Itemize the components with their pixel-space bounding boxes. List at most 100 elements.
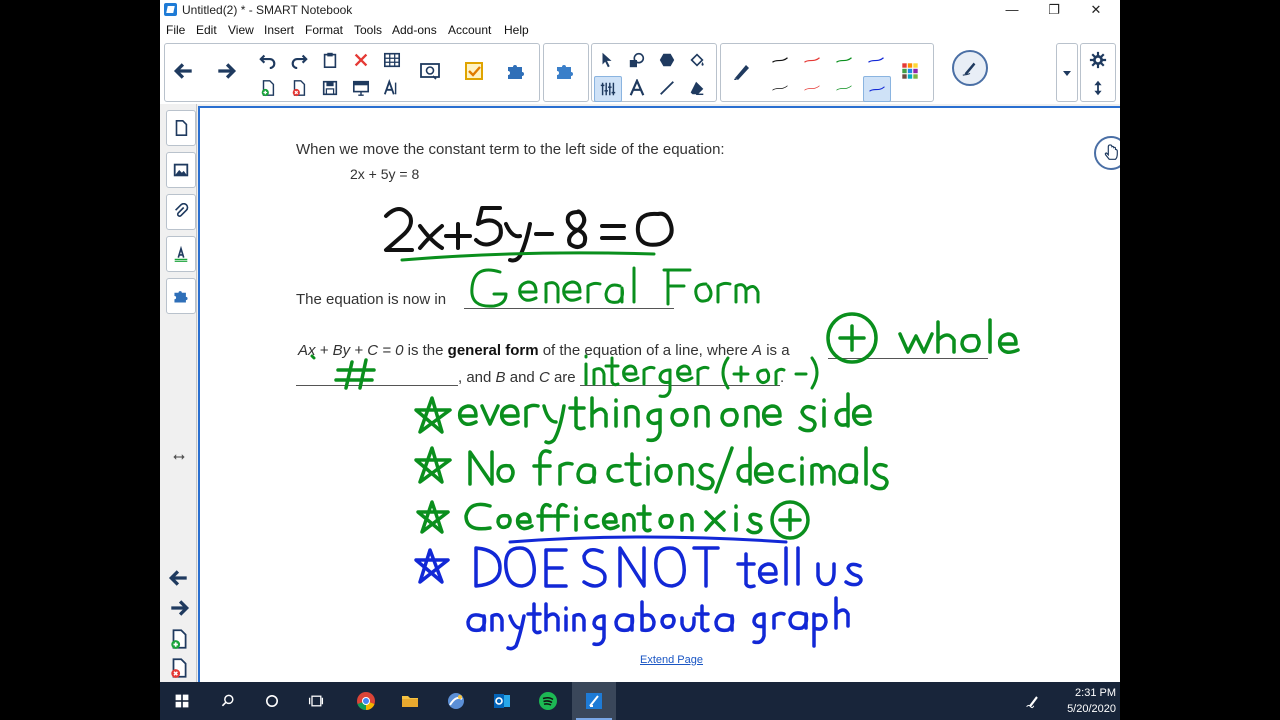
puzzle-icon xyxy=(174,291,188,303)
pen-stroke-blue-icon xyxy=(868,57,884,63)
outlook-icon xyxy=(494,694,510,708)
clock-date: 5/20/2020 xyxy=(1067,703,1116,715)
toolbar-more-dropdown[interactable] xyxy=(1056,43,1078,102)
task-view-button[interactable] xyxy=(294,682,338,720)
settings-button[interactable] xyxy=(1085,48,1111,72)
menu-edit[interactable]: Edit xyxy=(196,23,217,37)
previous-page-button[interactable] xyxy=(169,56,199,86)
system-clock[interactable]: 2:31 PM 5/20/2020 xyxy=(1067,685,1116,717)
up-down-arrows-icon xyxy=(1094,80,1102,96)
add-page-button[interactable] xyxy=(255,76,281,100)
properties-tab[interactable] xyxy=(166,236,196,272)
page-icon xyxy=(175,119,188,137)
pen-mode-badge[interactable] xyxy=(952,50,988,86)
menu-view[interactable]: View xyxy=(228,23,254,37)
add-ons-button[interactable] xyxy=(550,56,580,86)
extend-page-link[interactable]: Extend Page xyxy=(640,654,703,666)
screen-shade-button[interactable] xyxy=(348,76,374,100)
taskbar-file-explorer[interactable] xyxy=(388,682,432,720)
delete-button[interactable] xyxy=(348,48,374,72)
undo-button[interactable] xyxy=(255,48,281,72)
move-toolbar-button[interactable] xyxy=(1085,76,1111,100)
arrow-left-icon xyxy=(168,570,187,586)
smart-notebook-window: Untitled(2) * - SMART Notebook — ❐ ✕ Fil… xyxy=(160,0,1120,720)
expand-sidebar-handle[interactable] xyxy=(168,446,190,468)
pen-red-thick[interactable] xyxy=(799,76,825,100)
paint-bucket-button[interactable] xyxy=(684,48,710,72)
pen-stroke-blue-icon xyxy=(869,86,885,92)
taskbar-app-ribbon[interactable] xyxy=(434,682,478,720)
sidebar-next-page[interactable] xyxy=(168,597,190,619)
pen-stroke-red-icon xyxy=(804,85,820,91)
menu-tools[interactable]: Tools xyxy=(354,23,382,37)
minimize-button[interactable]: — xyxy=(992,0,1032,20)
chevron-down-icon xyxy=(1063,71,1071,76)
sidebar-previous-page[interactable] xyxy=(168,567,190,589)
page-sorter-tab[interactable] xyxy=(166,110,196,146)
gallery-image-icon xyxy=(173,163,189,177)
cortana-button[interactable] xyxy=(250,682,294,720)
pen-green-thin[interactable] xyxy=(831,48,857,72)
lesson-activity-button[interactable] xyxy=(501,56,531,86)
start-button[interactable] xyxy=(160,682,204,720)
ink-blue-bullet-4b xyxy=(466,596,850,651)
touch-gesture-badge[interactable] xyxy=(1094,136,1120,170)
attachments-tab[interactable] xyxy=(166,194,196,230)
delete-x-icon xyxy=(354,53,368,67)
shapes-tool-button[interactable] xyxy=(624,48,650,72)
ink-blue-underline xyxy=(508,535,788,544)
pen-workspace-button[interactable] xyxy=(1018,682,1048,720)
cursor-arrow-icon xyxy=(602,52,612,68)
paste-button[interactable] xyxy=(317,48,343,72)
taskbar-spotify[interactable] xyxy=(526,682,570,720)
next-page-button[interactable] xyxy=(211,56,241,86)
save-button[interactable] xyxy=(317,76,343,100)
response-button[interactable] xyxy=(459,56,489,86)
select-tool-button[interactable] xyxy=(594,48,620,72)
menu-add-ons[interactable]: Add-ons xyxy=(392,23,437,37)
text-tool-button[interactable] xyxy=(624,76,650,100)
taskbar-chrome[interactable] xyxy=(344,682,388,720)
measurement-tools-button[interactable] xyxy=(594,76,622,102)
pen-blue-selected[interactable] xyxy=(863,76,891,102)
search-button[interactable] xyxy=(206,682,250,720)
color-palette-button[interactable] xyxy=(895,56,925,86)
gallery-tab[interactable] xyxy=(166,152,196,188)
redo-button[interactable] xyxy=(286,48,312,72)
menu-account[interactable]: Account xyxy=(448,23,491,37)
hexagon-shape-icon xyxy=(659,53,675,67)
paperclip-icon xyxy=(175,203,189,217)
restore-button[interactable]: ❐ xyxy=(1034,0,1074,20)
screen-capture-button[interactable] xyxy=(415,56,445,86)
pen-black-thin[interactable] xyxy=(767,48,793,72)
pen-blue-thin[interactable] xyxy=(863,48,889,72)
add-ons-tab[interactable] xyxy=(166,278,196,314)
delete-page-button[interactable] xyxy=(286,76,312,100)
pen-black-thick[interactable] xyxy=(767,76,793,100)
pen-green-thick[interactable] xyxy=(831,76,857,100)
menu-insert[interactable]: Insert xyxy=(264,23,294,37)
ink-green-hash xyxy=(310,354,376,390)
spotify-icon xyxy=(539,692,557,710)
smart-notebook-icon xyxy=(586,693,602,709)
eraser-tool-button[interactable] xyxy=(684,76,710,100)
menu-help[interactable]: Help xyxy=(504,23,529,37)
sidebar-delete-page[interactable] xyxy=(168,657,190,679)
toolbar-group-tools xyxy=(591,43,717,102)
ink-green-bullet-2 xyxy=(414,446,889,494)
menu-file[interactable]: File xyxy=(166,23,185,37)
line-tool-button[interactable] xyxy=(654,76,680,100)
fill-tool-button[interactable] xyxy=(654,48,680,72)
taskbar-smart-notebook[interactable] xyxy=(572,682,616,720)
text-recognition-button[interactable] xyxy=(379,76,405,100)
taskbar-outlook[interactable] xyxy=(480,682,524,720)
close-button[interactable]: ✕ xyxy=(1076,0,1116,20)
pen-tool-button[interactable] xyxy=(727,56,757,86)
toolbar-group-addons xyxy=(543,43,589,102)
notebook-page[interactable]: When we move the constant term to the le… xyxy=(198,106,1120,684)
menu-format[interactable]: Format xyxy=(305,23,343,37)
ink-green-bullet-1 xyxy=(414,392,872,445)
pen-red-thin[interactable] xyxy=(799,48,825,72)
insert-table-button[interactable] xyxy=(379,48,405,72)
sidebar-add-page[interactable] xyxy=(168,628,190,650)
